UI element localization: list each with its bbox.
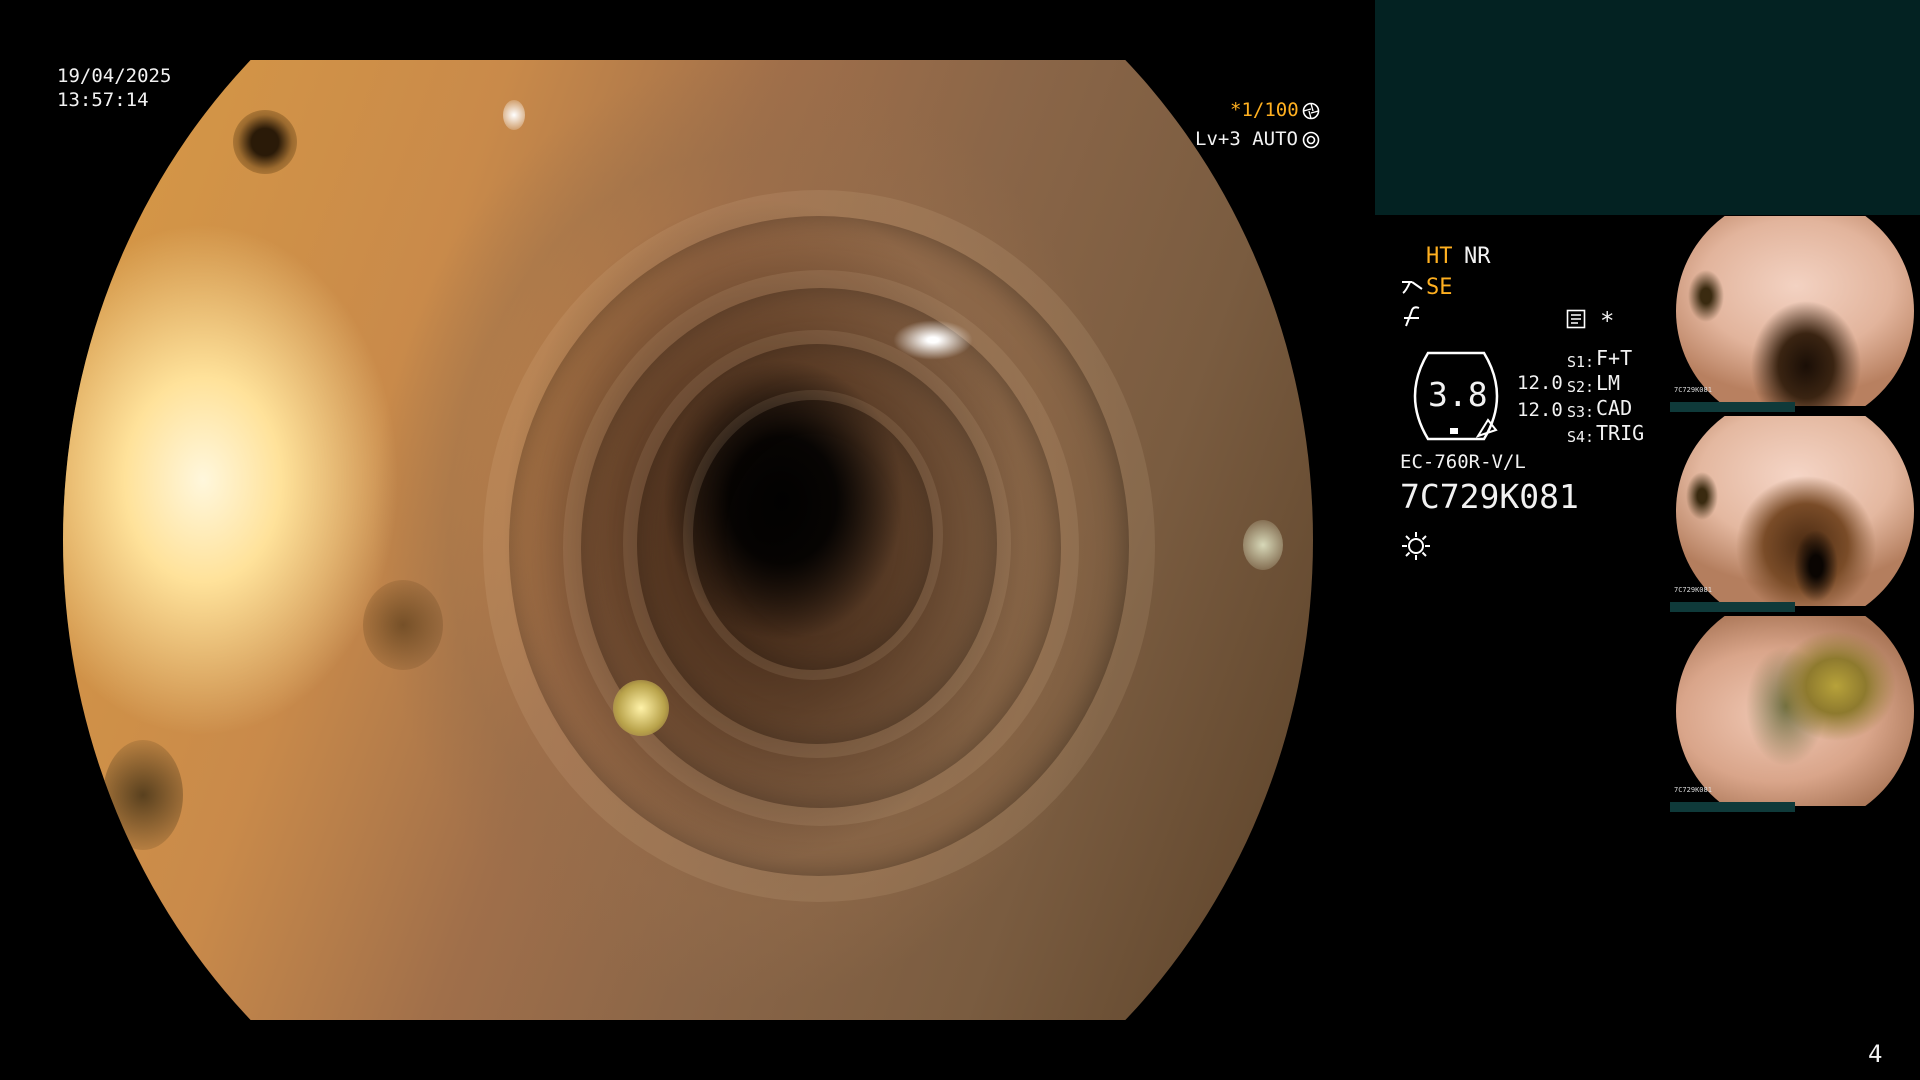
shutter-icon <box>1302 102 1320 120</box>
page-number: 4 <box>1868 1040 1883 1068</box>
diverticulum <box>233 110 297 174</box>
brightness-level: Lv+3 AUTO <box>1195 128 1298 150</box>
s1-value: F+T <box>1596 346 1633 370</box>
scope-serial: 7C729K081 <box>1400 477 1579 516</box>
thumbnail-2[interactable]: 7C729K081 <box>1670 416 1920 612</box>
light-icon <box>1402 532 1430 560</box>
thumbnail-bar <box>1670 602 1795 612</box>
thumbnail-bar <box>1670 402 1795 412</box>
diverticulum <box>363 580 443 670</box>
s1-label: S1: <box>1567 353 1595 371</box>
se-indicator: SE <box>1426 275 1453 300</box>
thumbnail-1[interactable]: 7C729K081 <box>1670 216 1920 412</box>
light-reflection <box>503 100 525 130</box>
light-reflection <box>1243 520 1283 570</box>
s4-value: TRIG <box>1596 421 1645 445</box>
s3-label: S3: <box>1567 403 1595 421</box>
date-label: 19/04/2025 <box>57 65 172 87</box>
thumbnail-image <box>1676 616 1914 806</box>
nr-indicator: NR <box>1464 244 1491 269</box>
thumbnail-3[interactable]: 7C729K081 <box>1670 616 1920 812</box>
bend-icon <box>1404 306 1420 327</box>
value-bottom: 12.0 <box>1517 399 1563 421</box>
mucosal-fold <box>683 390 943 680</box>
thumbnail-image <box>1676 216 1914 406</box>
thumbnail-bar <box>1670 802 1795 812</box>
s4-label: S4: <box>1567 428 1595 446</box>
info-panel-background <box>1375 0 1920 215</box>
light-reflection <box>893 320 973 360</box>
thumbnail-caption: 7C729K081 <box>1674 386 1712 394</box>
auto-iris-icon <box>1302 131 1320 149</box>
thumbnail-caption: 7C729K081 <box>1674 586 1712 594</box>
s2-label: S2: <box>1567 378 1595 396</box>
s2-value: LM <box>1596 371 1621 395</box>
time-label: 13:57:14 <box>57 89 149 111</box>
zoom-value: 3.8 <box>1428 375 1488 414</box>
diverticulum <box>103 740 183 850</box>
scope-tip-icon <box>1402 281 1423 294</box>
s3-value: CAD <box>1596 396 1633 420</box>
light-reflection <box>613 680 669 736</box>
memory-icon <box>1566 309 1586 329</box>
ht-indicator: HT <box>1426 244 1453 269</box>
thumbnail-image <box>1676 416 1914 606</box>
value-top: 12.0 <box>1517 372 1563 394</box>
scope-model: EC-760R-V/L <box>1400 451 1526 473</box>
thumbnail-caption: 7C729K081 <box>1674 786 1712 794</box>
endoscope-main-view <box>63 60 1313 1020</box>
star-marker: * <box>1600 307 1615 335</box>
shutter-speed: *1/100 <box>1230 99 1299 121</box>
